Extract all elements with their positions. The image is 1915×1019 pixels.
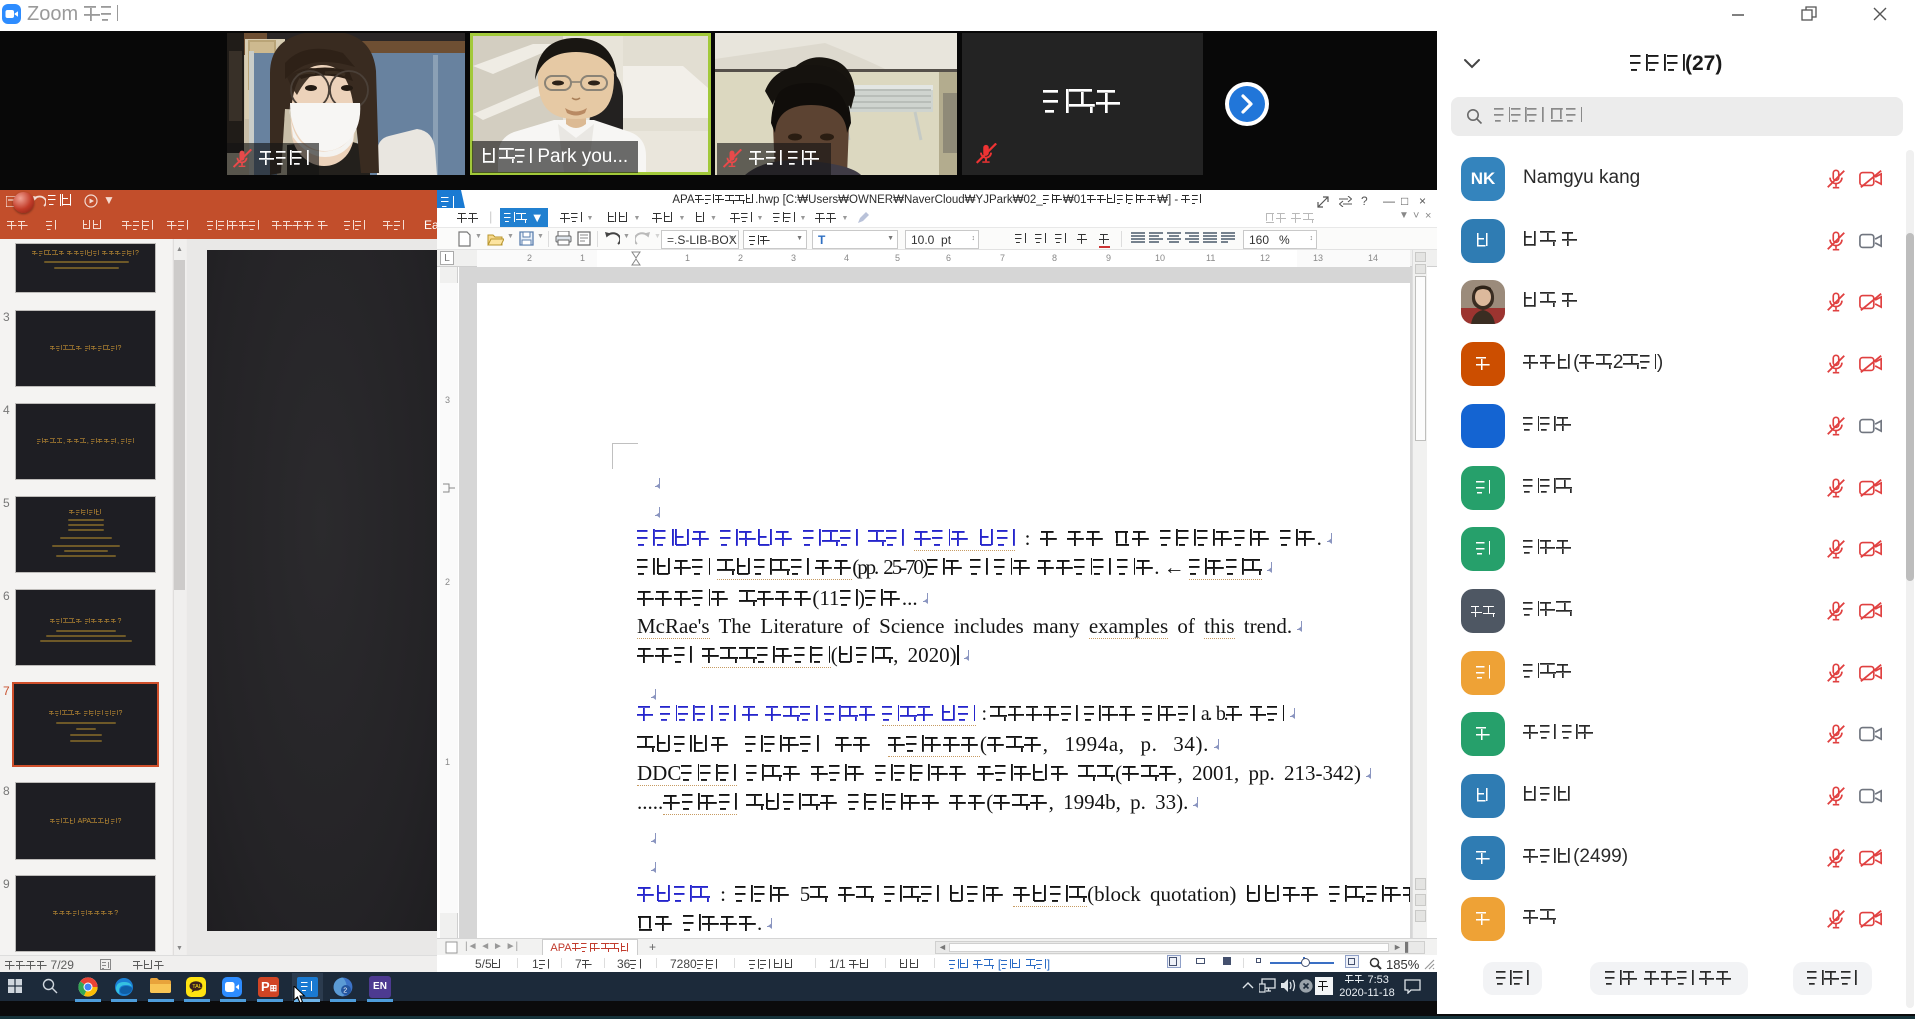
svg-text:TALK: TALK — [192, 984, 203, 990]
svg-text:2: 2 — [343, 987, 347, 994]
